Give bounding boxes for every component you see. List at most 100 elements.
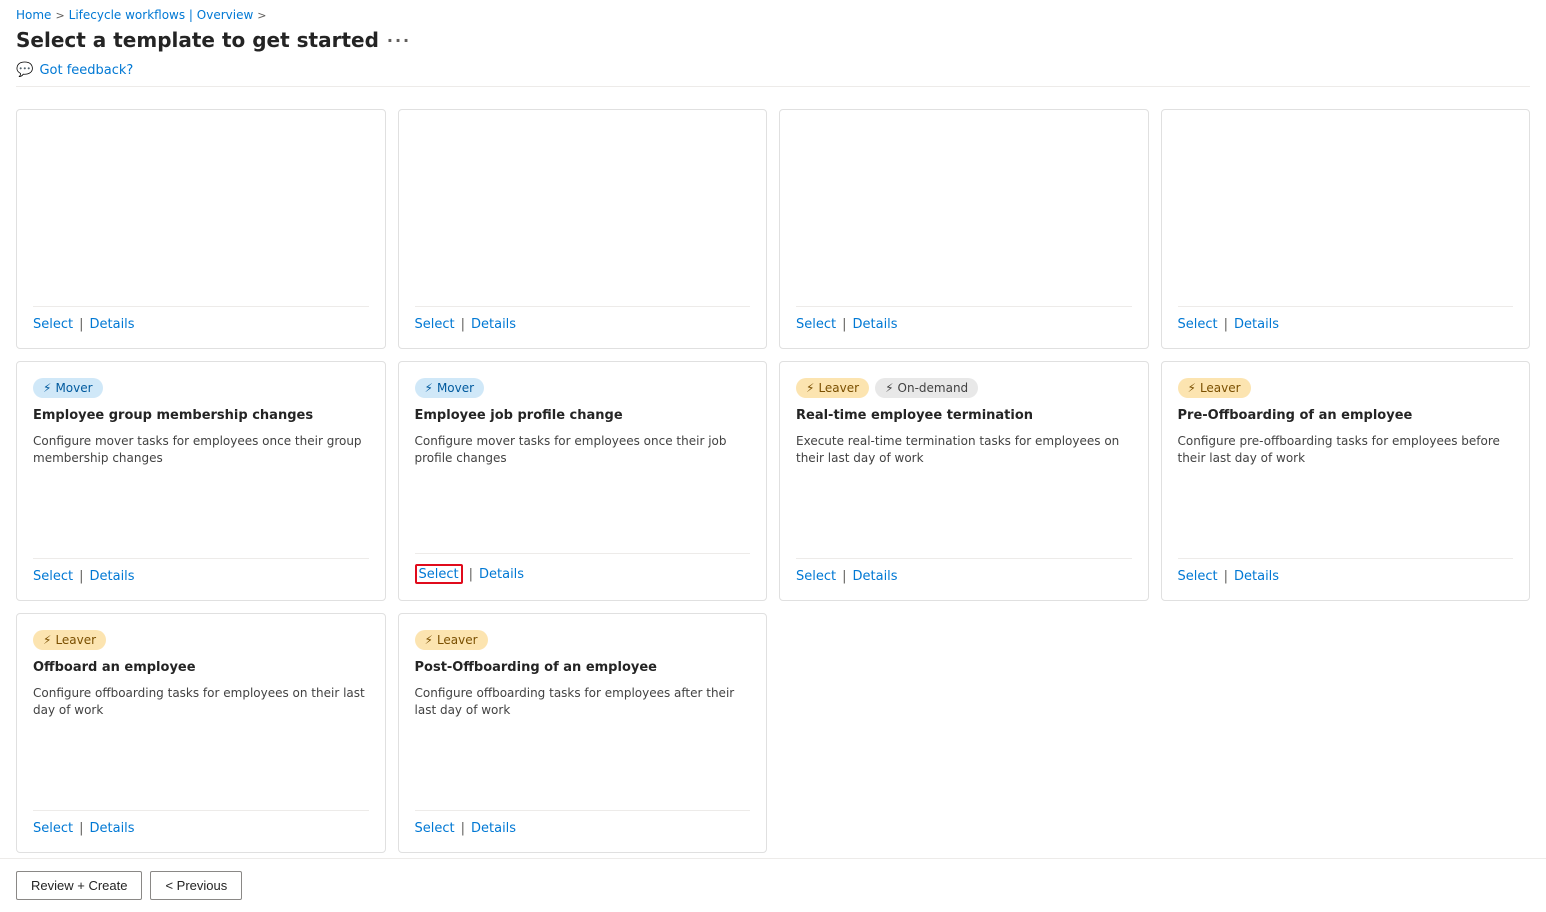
card-9-badge-label: Leaver xyxy=(55,633,96,647)
card-2: Select | Details xyxy=(398,109,768,349)
card-6-select[interactable]: Select xyxy=(419,567,459,582)
card-3: Select | Details xyxy=(779,109,1149,349)
card-7: ⚡ Leaver ⚡ On-demand Real-time employee … xyxy=(779,361,1149,601)
card-3-details[interactable]: Details xyxy=(853,317,898,332)
card-2-top xyxy=(415,126,751,294)
card-5: ⚡ Mover Employee group membership change… xyxy=(16,361,386,601)
card-7-top: ⚡ Leaver ⚡ On-demand Real-time employee … xyxy=(796,378,1132,546)
card-9-badge-leaver: ⚡ Leaver xyxy=(33,630,106,650)
ondemand-icon-7: ⚡ xyxy=(885,381,893,395)
breadcrumb-sep2: > xyxy=(257,9,266,22)
card-7-desc: Execute real-time termination tasks for … xyxy=(796,433,1132,467)
card-5-badge-mover: ⚡ Mover xyxy=(33,378,103,398)
card-9-title: Offboard an employee xyxy=(33,660,369,677)
card-4: Select | Details xyxy=(1161,109,1531,349)
card-5-footer: Select | Details xyxy=(33,558,369,584)
breadcrumb: Home > Lifecycle workflows | Overview > xyxy=(16,8,1530,22)
card-6-top: ⚡ Mover Employee job profile change Conf… xyxy=(415,378,751,541)
card-5-desc: Configure mover tasks for employees once… xyxy=(33,433,369,467)
leaver-icon-10: ⚡ xyxy=(425,633,433,647)
card-4-top xyxy=(1178,126,1514,294)
card-6-title: Employee job profile change xyxy=(415,408,751,425)
card-9: ⚡ Leaver Offboard an employee Configure … xyxy=(16,613,386,853)
card-5-details[interactable]: Details xyxy=(90,569,135,584)
card-8-badge-label: Leaver xyxy=(1200,381,1241,395)
feedback-text: Got feedback? xyxy=(39,63,133,78)
page-title: Select a template to get started ··· xyxy=(16,28,1530,52)
card-7-footer: Select | Details xyxy=(796,558,1132,584)
card-6-desc: Configure mover tasks for employees once… xyxy=(415,433,751,467)
mover-icon: ⚡ xyxy=(43,381,51,395)
card-10-title: Post-Offboarding of an employee xyxy=(415,660,751,677)
card-2-details[interactable]: Details xyxy=(471,317,516,332)
card-8-badges: ⚡ Leaver xyxy=(1178,378,1514,398)
card-8-details[interactable]: Details xyxy=(1234,569,1279,584)
card-10-footer: Select | Details xyxy=(415,810,751,836)
card-5-badges: ⚡ Mover xyxy=(33,378,369,398)
card-3-top xyxy=(796,126,1132,294)
card-8-title: Pre-Offboarding of an employee xyxy=(1178,408,1514,425)
card-1-select[interactable]: Select xyxy=(33,317,73,332)
feedback-bar[interactable]: 💬 Got feedback? xyxy=(16,62,1530,87)
card-6-footer: Select | Details xyxy=(415,553,751,584)
card-6-badge-mover: ⚡ Mover xyxy=(415,378,485,398)
card-9-footer: Select | Details xyxy=(33,810,369,836)
card-4-details[interactable]: Details xyxy=(1234,317,1279,332)
leaver-icon-7: ⚡ xyxy=(806,381,814,395)
review-create-button[interactable]: Review + Create xyxy=(16,871,142,900)
card-9-badges: ⚡ Leaver xyxy=(33,630,369,650)
breadcrumb-sep1: > xyxy=(55,9,64,22)
leaver-icon-9: ⚡ xyxy=(43,633,51,647)
mover-icon-6: ⚡ xyxy=(425,381,433,395)
card-7-title: Real-time employee termination xyxy=(796,408,1132,425)
card-6-details[interactable]: Details xyxy=(479,567,524,582)
card-8-badge-leaver: ⚡ Leaver xyxy=(1178,378,1251,398)
leaver-icon-8: ⚡ xyxy=(1188,381,1196,395)
cards-grid: Select | Details Select | Details Select… xyxy=(16,109,1530,853)
card-8-footer: Select | Details xyxy=(1178,558,1514,584)
card-5-select[interactable]: Select xyxy=(33,569,73,584)
card-5-badge-label: Mover xyxy=(55,381,92,395)
card-1-footer: Select | Details xyxy=(33,306,369,332)
card-10-select[interactable]: Select xyxy=(415,821,455,836)
card-1-top xyxy=(33,126,369,294)
card-7-badge-label-leaver: Leaver xyxy=(818,381,859,395)
top-bar: Home > Lifecycle workflows | Overview > … xyxy=(0,0,1546,97)
breadcrumb-home[interactable]: Home xyxy=(16,8,51,22)
card-7-details[interactable]: Details xyxy=(853,569,898,584)
card-3-select[interactable]: Select xyxy=(796,317,836,332)
scroll-area: Select | Details Select | Details Select… xyxy=(0,97,1546,858)
page-title-ellipsis[interactable]: ··· xyxy=(387,31,411,50)
card-7-select[interactable]: Select xyxy=(796,569,836,584)
card-3-footer: Select | Details xyxy=(796,306,1132,332)
card-5-top: ⚡ Mover Employee group membership change… xyxy=(33,378,369,546)
card-6-select-highlighted: Select xyxy=(415,564,463,584)
card-10-badges: ⚡ Leaver xyxy=(415,630,751,650)
card-10-details[interactable]: Details xyxy=(471,821,516,836)
previous-button[interactable]: < Previous xyxy=(150,871,242,900)
card-8-select[interactable]: Select xyxy=(1178,569,1218,584)
card-4-footer: Select | Details xyxy=(1178,306,1514,332)
card-2-select[interactable]: Select xyxy=(415,317,455,332)
card-9-desc: Configure offboarding tasks for employee… xyxy=(33,685,369,719)
card-4-select[interactable]: Select xyxy=(1178,317,1218,332)
breadcrumb-lifecycle[interactable]: Lifecycle workflows | Overview xyxy=(69,8,254,22)
card-8-desc: Configure pre-offboarding tasks for empl… xyxy=(1178,433,1514,467)
feedback-icon: 💬 xyxy=(16,62,33,78)
card-5-title: Employee group membership changes xyxy=(33,408,369,425)
card-6: ⚡ Mover Employee job profile change Conf… xyxy=(398,361,768,601)
card-9-top: ⚡ Leaver Offboard an employee Configure … xyxy=(33,630,369,798)
card-6-badge-label: Mover xyxy=(437,381,474,395)
card-10-badge-leaver: ⚡ Leaver xyxy=(415,630,488,650)
card-7-badges: ⚡ Leaver ⚡ On-demand xyxy=(796,378,1132,398)
card-10-top: ⚡ Leaver Post-Offboarding of an employee… xyxy=(415,630,751,798)
card-8-top: ⚡ Leaver Pre-Offboarding of an employee … xyxy=(1178,378,1514,546)
card-9-details[interactable]: Details xyxy=(90,821,135,836)
page-title-text: Select a template to get started xyxy=(16,28,379,52)
card-7-badge-label-ondemand: On-demand xyxy=(898,381,969,395)
card-10-desc: Configure offboarding tasks for employee… xyxy=(415,685,751,719)
card-9-select[interactable]: Select xyxy=(33,821,73,836)
card-7-badge-leaver: ⚡ Leaver xyxy=(796,378,869,398)
card-1-details[interactable]: Details xyxy=(90,317,135,332)
card-2-footer: Select | Details xyxy=(415,306,751,332)
